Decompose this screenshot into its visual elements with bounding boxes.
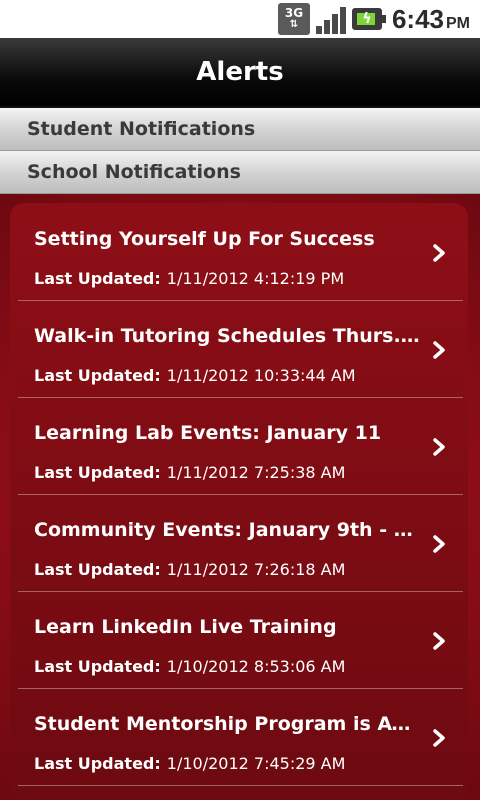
alert-meta: Last Updated: 1/11/2012 7:25:38 AM — [34, 463, 345, 482]
alert-title: Learning Lab Events: January 11 — [34, 422, 382, 444]
alert-meta: Last Updated: 1/11/2012 4:12:19 PM — [34, 269, 344, 288]
chevron-right-icon — [431, 632, 447, 650]
last-updated-value: 1/10/2012 8:53:06 AM — [166, 657, 346, 676]
alert-title: Learn LinkedIn Live Training — [34, 616, 337, 638]
last-updated-label: Last Updated: — [34, 463, 161, 482]
tab-school-notifications[interactable]: School Notifications — [0, 151, 480, 194]
last-updated-label: Last Updated: — [34, 657, 161, 676]
status-bar: 3G ⇅ ϟ 6:43 PM — [0, 0, 480, 38]
tab-school-notifications-label: School Notifications — [27, 161, 241, 183]
last-updated-label: Last Updated: — [34, 269, 161, 288]
alert-row[interactable]: Student Mentorship Program is Avai... La… — [18, 689, 463, 786]
alert-title: Student Mentorship Program is Avai... — [34, 713, 422, 735]
last-updated-label: Last Updated: — [34, 560, 161, 579]
alert-title: Walk-in Tutoring Schedules Thurs.-Fri. — [34, 325, 422, 347]
last-updated-value: 1/10/2012 7:45:29 AM — [166, 754, 346, 773]
alert-title: Community Events: January 9th - 12th — [34, 519, 422, 541]
alert-meta: Last Updated: 1/11/2012 7:26:18 AM — [34, 560, 345, 579]
last-updated-value: 1/11/2012 4:12:19 PM — [166, 269, 345, 288]
alert-meta: Last Updated: 1/10/2012 7:45:29 AM — [34, 754, 345, 773]
alert-row[interactable]: Setting Yourself Up For Success Last Upd… — [18, 204, 463, 301]
chevron-right-icon — [431, 535, 447, 553]
alert-row[interactable]: Community Events: January 9th - 12th Las… — [18, 495, 463, 592]
network-3g-icon: 3G ⇅ — [277, 3, 310, 35]
title-bar: Alerts — [0, 38, 480, 108]
clock-time: 6:43 — [391, 3, 444, 34]
signal-strength-icon — [315, 4, 346, 34]
tab-student-notifications[interactable]: Student Notifications — [0, 108, 480, 151]
last-updated-label: Last Updated: — [34, 366, 161, 385]
clock-ampm: PM — [446, 14, 470, 32]
status-clock: 6:43 PM — [392, 4, 470, 35]
last-updated-label: Last Updated: — [34, 754, 161, 773]
last-updated-value: 1/11/2012 10:33:44 AM — [166, 366, 356, 385]
alert-row[interactable]: Walk-in Tutoring Schedules Thurs.-Fri. L… — [18, 301, 463, 398]
alert-meta: Last Updated: 1/11/2012 10:33:44 AM — [34, 366, 356, 385]
chevron-right-icon — [431, 729, 447, 747]
page-title: Alerts — [196, 57, 284, 87]
chevron-right-icon — [431, 341, 447, 359]
chevron-right-icon — [431, 244, 447, 262]
chevron-right-icon — [431, 438, 447, 456]
data-arrows-icon: ⇅ — [289, 19, 299, 30]
alert-row[interactable]: Learn LinkedIn Live Training Last Update… — [18, 592, 463, 689]
tab-student-notifications-label: Student Notifications — [27, 118, 256, 140]
alerts-list: Setting Yourself Up For Success Last Upd… — [18, 204, 463, 786]
alert-title: Setting Yourself Up For Success — [34, 228, 375, 250]
last-updated-value: 1/11/2012 7:26:18 AM — [166, 560, 346, 579]
network-label: 3G — [284, 6, 304, 20]
alert-meta: Last Updated: 1/10/2012 8:53:06 AM — [34, 657, 345, 676]
alert-row[interactable]: Learning Lab Events: January 11 Last Upd… — [18, 398, 463, 495]
battery-charging-icon: ϟ — [351, 8, 386, 30]
last-updated-value: 1/11/2012 7:25:38 AM — [166, 463, 346, 482]
